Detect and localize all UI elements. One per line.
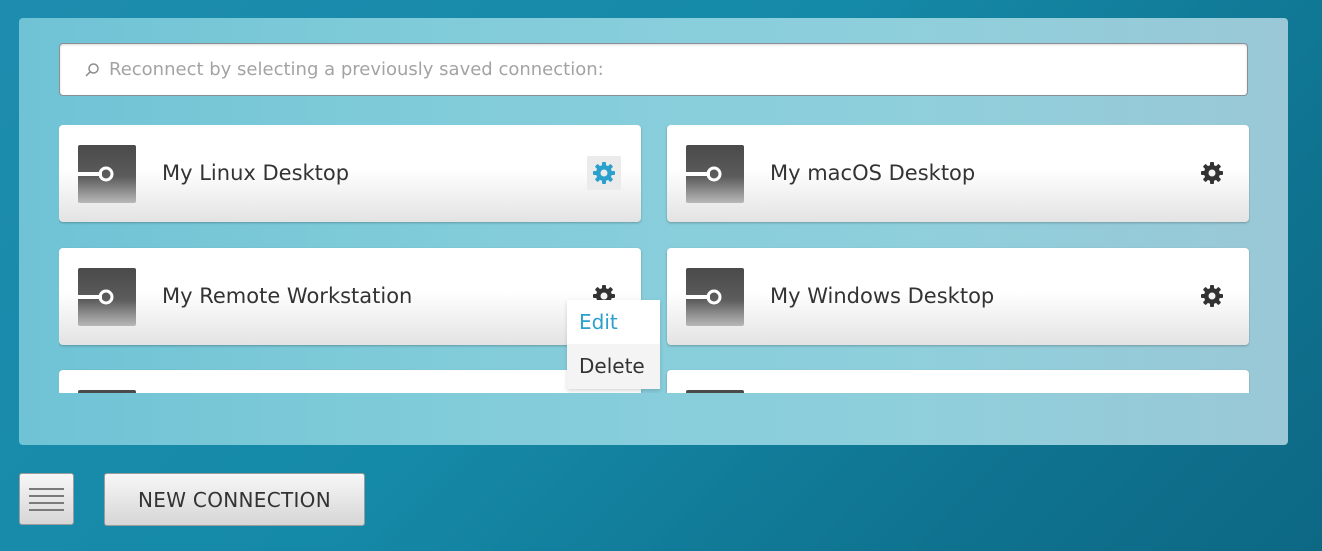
connection-card[interactable] (59, 370, 641, 393)
menu-line (29, 487, 64, 490)
plug-icon (686, 166, 722, 182)
connection-card[interactable] (667, 370, 1249, 393)
connection-name: My macOS Desktop (770, 161, 976, 185)
connection-card-remote-workstation[interactable]: My Remote Workstation (59, 248, 641, 345)
hamburger-icon[interactable] (19, 473, 74, 525)
connection-thumbnail (78, 145, 136, 203)
search-icon (85, 62, 99, 77)
connection-name: My Windows Desktop (770, 284, 995, 308)
connection-thumbnail (78, 390, 136, 393)
gear-icon[interactable] (1195, 156, 1229, 190)
menu-line (29, 508, 64, 511)
menu-line (29, 501, 64, 504)
connection-thumbnail (78, 268, 136, 326)
connection-thumbnail (686, 145, 744, 203)
connection-thumbnail (686, 268, 744, 326)
menu-item-edit[interactable]: Edit (567, 300, 660, 344)
connection-thumbnail (686, 390, 744, 393)
gear-icon[interactable] (587, 156, 621, 190)
connection-list: My Linux Desktop My macOS Desktop My Rem… (59, 125, 1250, 393)
plug-icon (78, 289, 114, 305)
connection-context-menu: Edit Delete (567, 300, 660, 389)
connection-card-linux[interactable]: My Linux Desktop (59, 125, 641, 222)
connection-name: My Remote Workstation (162, 284, 413, 308)
connection-card-windows[interactable]: My Windows Desktop (667, 248, 1249, 345)
plug-icon (686, 289, 722, 305)
connections-panel: My Linux Desktop (19, 18, 1288, 445)
new-connection-button[interactable]: NEW CONNECTION (104, 473, 365, 526)
connection-card-macos[interactable]: My macOS Desktop (667, 125, 1249, 222)
menu-line (29, 494, 64, 497)
menu-item-delete[interactable]: Delete (567, 344, 660, 388)
plug-icon (78, 166, 114, 182)
gear-icon[interactable] (1195, 279, 1229, 313)
connection-name: My Linux Desktop (162, 161, 350, 185)
search-input[interactable] (107, 58, 1247, 81)
search-bar[interactable] (59, 43, 1248, 96)
